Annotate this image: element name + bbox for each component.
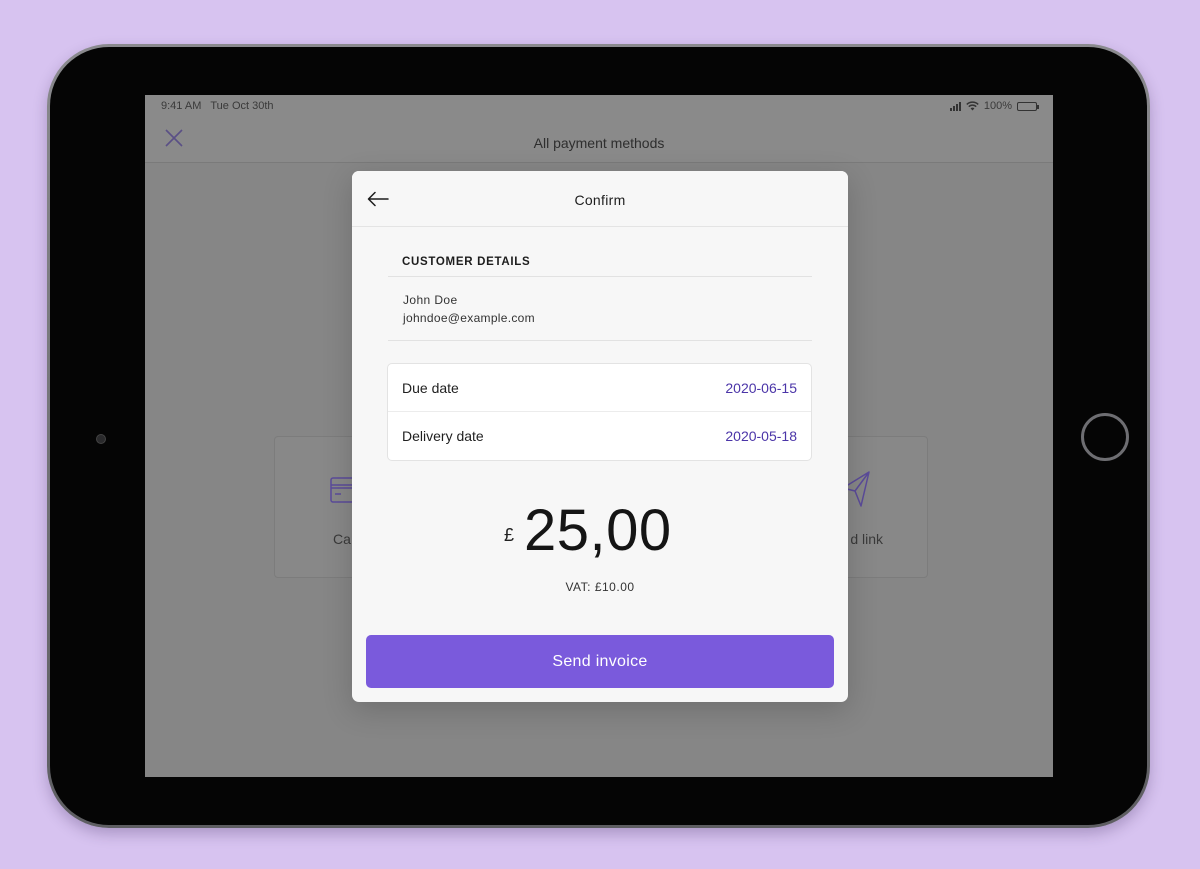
delivery-date-row[interactable]: Delivery date 2020-05-18 bbox=[388, 412, 811, 460]
top-bar: All payment methods bbox=[145, 119, 1053, 163]
status-bar: 9:41 AM Tue Oct 30th 100% bbox=[145, 95, 1053, 119]
delivery-date-label: Delivery date bbox=[402, 428, 484, 444]
amount-display: £ 25,00 bbox=[352, 497, 848, 567]
due-date-row[interactable]: Due date 2020-06-15 bbox=[388, 364, 811, 412]
send-invoice-button[interactable]: Send invoice bbox=[366, 635, 834, 688]
divider bbox=[388, 276, 812, 277]
wifi-icon bbox=[966, 101, 979, 111]
status-time: 9:41 AM Tue Oct 30th bbox=[161, 100, 274, 112]
delivery-date-value: 2020-05-18 bbox=[725, 428, 797, 444]
page-title: All payment methods bbox=[533, 135, 665, 151]
front-camera bbox=[96, 434, 106, 444]
status-indicators: 100% bbox=[949, 100, 1039, 112]
modal-title: Confirm bbox=[574, 192, 626, 208]
customer-name: John Doe bbox=[403, 293, 458, 307]
divider bbox=[388, 340, 812, 341]
payment-method-label: d link bbox=[850, 531, 883, 547]
dates-list: Due date 2020-06-15 Delivery date 2020-0… bbox=[387, 363, 812, 461]
payment-method-label: Ca bbox=[333, 531, 351, 547]
currency-symbol: £ bbox=[504, 525, 515, 545]
status-date: Tue Oct 30th bbox=[210, 100, 274, 112]
battery-percent: 100% bbox=[983, 100, 1012, 112]
signal-icon bbox=[949, 101, 961, 111]
customer-email: johndoe@example.com bbox=[403, 311, 535, 325]
confirm-modal: Confirm CUSTOMER DETAILS John Doe johndo… bbox=[352, 171, 848, 702]
home-button[interactable] bbox=[1081, 413, 1129, 461]
amount-value: 25,00 bbox=[524, 498, 672, 563]
battery-icon bbox=[1017, 101, 1039, 111]
status-clock: 9:41 AM bbox=[161, 100, 202, 112]
due-date-value: 2020-06-15 bbox=[725, 380, 797, 396]
due-date-label: Due date bbox=[402, 380, 459, 396]
customer-details-heading: CUSTOMER DETAILS bbox=[402, 256, 531, 268]
vat-amount: VAT: £10.00 bbox=[565, 580, 635, 594]
modal-header: Confirm bbox=[352, 171, 848, 227]
